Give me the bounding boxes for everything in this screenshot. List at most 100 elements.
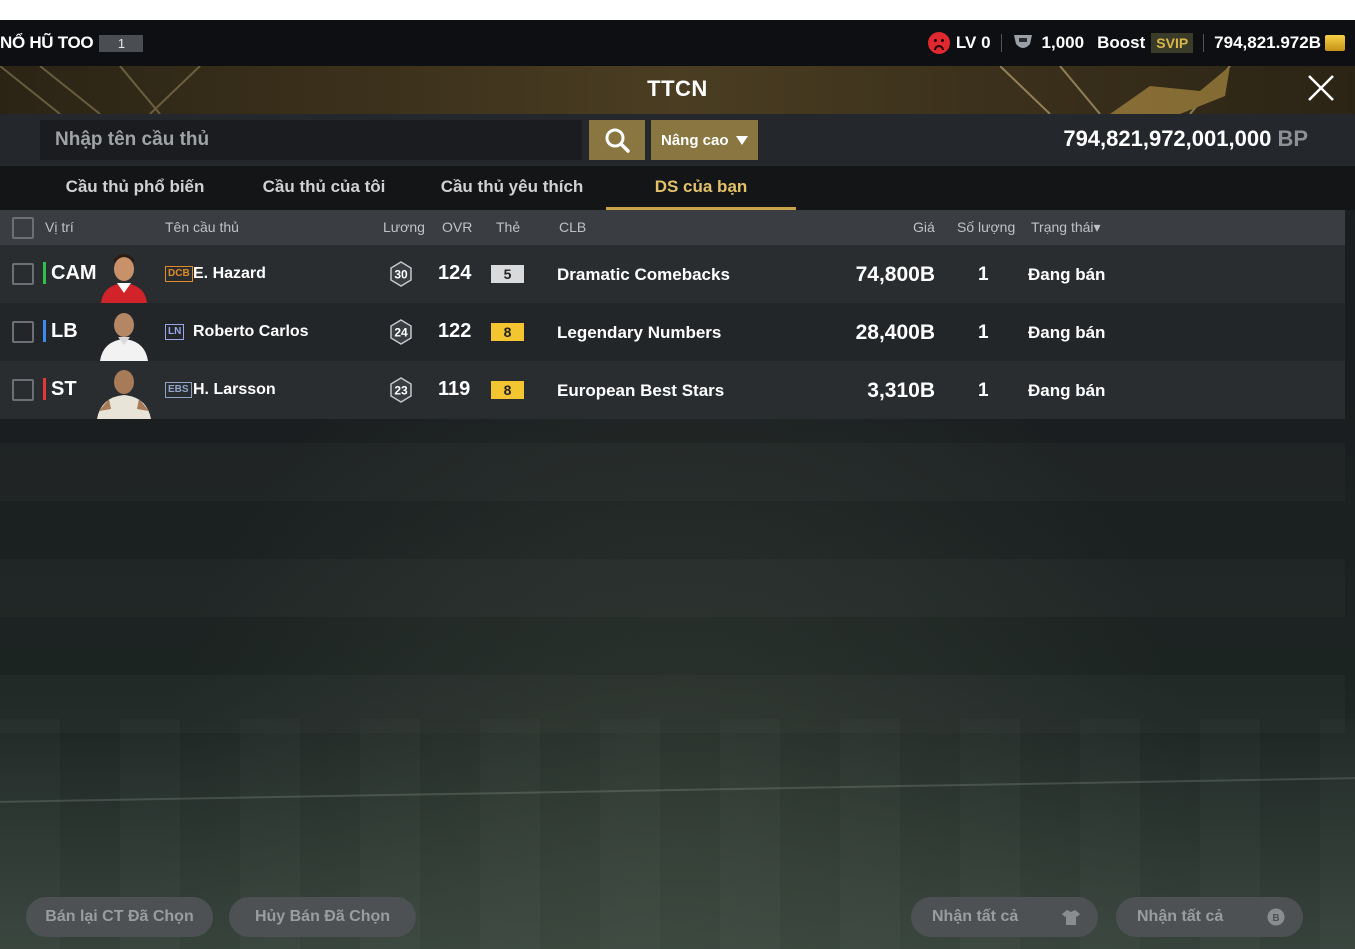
bp-coin-icon: B <box>1267 908 1285 926</box>
bg-stripe <box>0 559 1345 617</box>
ovr-value: 119 <box>438 378 471 400</box>
col-player-name[interactable]: Tên cầu thủ <box>165 219 239 235</box>
col-salary[interactable]: Lương <box>383 219 425 235</box>
jersey-icon <box>1062 910 1080 925</box>
claim-all-players-label: Nhận tất cả <box>932 908 1019 925</box>
resell-selected-button[interactable]: Bán lại CT Đã Chọn <box>26 897 213 937</box>
tab-favorite-players[interactable]: Cầu thủ yêu thích <box>418 166 606 210</box>
divider <box>1000 34 1002 52</box>
row-checkbox[interactable] <box>12 321 34 343</box>
gold-bars-icon <box>1325 35 1345 51</box>
table-row[interactable]: ST EBS H. Larsson 23 119 8 European Best… <box>0 361 1345 419</box>
pitch-line <box>0 777 1355 803</box>
col-price[interactable]: Giá <box>913 219 935 235</box>
status-label: Đang bán <box>1028 265 1106 284</box>
boost-label[interactable]: Boost <box>1097 33 1145 53</box>
position-label: CAM <box>43 262 97 284</box>
position-label: ST <box>43 378 77 400</box>
quantity-value: 1 <box>978 264 989 285</box>
season-badge: EBS <box>165 382 192 398</box>
event-count-badge: 1 <box>99 34 144 52</box>
salary-badge: 24 <box>390 319 412 345</box>
trophy-value: 1,000 <box>1041 33 1085 52</box>
table-header: Vị trí Tên cầu thủ Lương OVR Thẻ CLB Giá… <box>0 210 1345 245</box>
search-bar: Nâng cao 794,821,972,001,000 BP <box>0 114 1355 166</box>
claim-all-bp-label: Nhận tất cả <box>1137 908 1224 925</box>
sad-face-icon <box>927 32 950 54</box>
page-title: TTCN <box>647 76 708 101</box>
player-name: H. Larsson <box>193 381 276 398</box>
advanced-filter-label: Nâng cao <box>661 131 729 149</box>
divider <box>1203 34 1205 52</box>
level-label: LV 0 <box>955 33 991 52</box>
trophy-cup-icon <box>1013 35 1032 48</box>
season-badge: DCB <box>165 266 193 282</box>
svip-badge[interactable]: SVIP <box>1151 33 1194 53</box>
market-screen: NỔ HŨ TOO 1 LV 0 1,000 Boost SVIP 794,82… <box>0 20 1355 949</box>
advanced-filter-dropdown[interactable]: Nâng cao <box>651 120 758 160</box>
bp-unit: BP <box>1277 126 1308 151</box>
bp-balance: 794,821,972,001,000 BP <box>1063 126 1308 152</box>
select-all-checkbox[interactable] <box>12 217 34 239</box>
status-label: Đang bán <box>1028 381 1106 400</box>
account-info: LV 0 1,000 Boost SVIP 794,821.972B <box>927 20 1345 66</box>
claim-all-players-button[interactable]: Nhận tất cả <box>911 897 1098 937</box>
page-header: TTCN <box>0 66 1355 114</box>
club-name: Legendary Numbers <box>557 323 722 342</box>
salary-value: 23 <box>394 384 408 398</box>
search-button[interactable] <box>589 120 645 160</box>
player-avatar <box>97 365 151 419</box>
ovr-value: 122 <box>438 320 472 342</box>
club-name: European Best Stars <box>557 381 725 400</box>
bp-amount: 794,821,972,001,000 <box>1063 126 1272 151</box>
dropdown-arrow-icon <box>736 136 748 145</box>
event-info[interactable]: NỔ HŨ TOO 1 <box>0 33 144 53</box>
tab-my-players[interactable]: Cầu thủ của tôi <box>230 166 418 210</box>
col-club[interactable]: CLB <box>559 219 586 235</box>
player-avatar <box>97 249 151 303</box>
claim-all-bp-button[interactable]: Nhận tất cả B <box>1116 897 1303 937</box>
salary-value: 30 <box>394 268 408 282</box>
season-badge: LN <box>165 324 185 340</box>
search-icon <box>605 128 630 153</box>
col-position[interactable]: Vị trí <box>45 219 74 235</box>
row-checkbox[interactable] <box>12 263 34 285</box>
ovr-value: 124 <box>438 262 472 284</box>
tab-bar: Cầu thủ phổ biến Cầu thủ của tôi Cầu thủ… <box>0 166 1355 210</box>
salary-value: 24 <box>394 326 408 340</box>
table-row[interactable]: LB LN Roberto Carlos 24 122 8 Legendary … <box>0 303 1345 361</box>
row-checkbox[interactable] <box>12 379 34 401</box>
player-name: E. Hazard <box>193 265 266 282</box>
salary-badge: 30 <box>390 261 412 287</box>
price-value: 28,400B <box>855 321 935 344</box>
player-avatar <box>97 307 151 361</box>
status-label: Đang bán <box>1028 323 1106 342</box>
card-grade-badge: 5 <box>491 265 524 283</box>
tab-my-listings[interactable]: DS của bạn <box>606 166 796 210</box>
quantity-value: 1 <box>978 380 989 401</box>
player-name: Roberto Carlos <box>193 323 309 340</box>
quantity-value: 1 <box>978 322 989 343</box>
tab-popular-players[interactable]: Cầu thủ phổ biến <box>40 166 230 210</box>
card-grade-badge: 8 <box>491 381 524 399</box>
col-card[interactable]: Thẻ <box>496 219 520 235</box>
bg-stripe <box>0 443 1345 501</box>
table-row[interactable]: CAM DCB E. Hazard 30 124 5 Dramatic Come… <box>0 245 1345 303</box>
col-quantity[interactable]: Số lượng <box>957 219 1015 235</box>
salary-badge: 23 <box>390 377 412 403</box>
col-status-sort[interactable]: Trạng thái▾ <box>1031 219 1101 236</box>
event-label: NỔ HŨ TOO <box>0 33 94 52</box>
card-grade-badge: 8 <box>491 323 524 341</box>
close-icon[interactable] <box>1305 72 1337 104</box>
status-bar: NỔ HŨ TOO 1 LV 0 1,000 Boost SVIP 794,82… <box>0 20 1355 66</box>
price-value: 74,800B <box>855 263 935 286</box>
col-ovr[interactable]: OVR <box>442 219 472 235</box>
club-name: Dramatic Comebacks <box>557 265 730 284</box>
position-label: LB <box>43 320 78 342</box>
svg-text:B: B <box>1272 913 1279 924</box>
currency-value: 794,821.972B <box>1214 33 1321 52</box>
cancel-selected-sale-button[interactable]: Hủy Bán Đã Chọn <box>229 897 416 937</box>
price-value: 3,310B <box>867 379 935 402</box>
player-search-input[interactable] <box>40 120 582 160</box>
